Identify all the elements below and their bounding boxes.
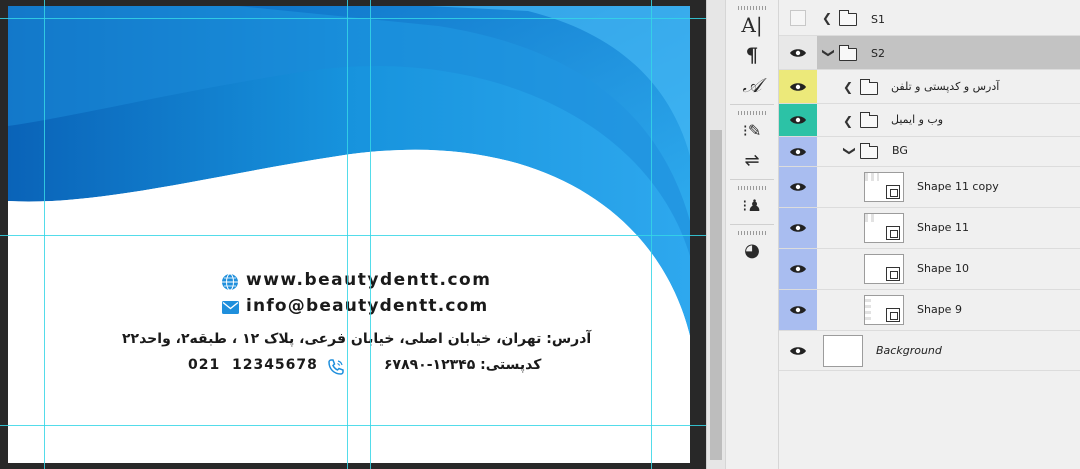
- divider: [730, 224, 774, 225]
- eye-icon: [790, 224, 806, 232]
- layer-name: آدرس و کدپستی و تلفن: [891, 80, 1000, 93]
- folder-open-icon: [838, 45, 857, 61]
- visibility-toggle[interactable]: [779, 137, 817, 166]
- globe-icon: [222, 273, 238, 291]
- adjustments-icon[interactable]: ⇌: [726, 145, 778, 175]
- layer-thumbnail: [864, 213, 904, 243]
- layer-name: S2: [871, 47, 885, 60]
- website-text: www.beautydentt.com: [246, 270, 492, 290]
- visibility-toggle[interactable]: [779, 249, 817, 289]
- layer-name: Shape 9: [917, 303, 962, 316]
- visibility-toggle[interactable]: [779, 70, 817, 103]
- character-panel-icon[interactable]: A|: [726, 10, 778, 40]
- folder-icon: [859, 79, 878, 95]
- phone-text: 021 12345678: [188, 357, 318, 373]
- layer-row-s1[interactable]: ❮ S1: [779, 0, 1080, 36]
- eye-icon: [790, 346, 806, 355]
- eye-icon: [790, 116, 806, 124]
- layer-name: S1: [871, 13, 885, 26]
- shape-layer-icon: [886, 267, 900, 281]
- chevron-right-icon[interactable]: ❮: [843, 80, 853, 94]
- horizontal-guide[interactable]: [0, 18, 706, 19]
- divider: [730, 104, 774, 105]
- shape-layer-icon: [886, 308, 900, 322]
- layers-panel: ❮ S1 ❮ S2 ❮ آدرس و کدپستی و تلفن ❮ وب و …: [779, 0, 1080, 469]
- layer-row-s2[interactable]: ❮ S2: [779, 36, 1080, 70]
- postal-code-text: کدپستی: ۱۲۳۴۵-۶۷۸۹۰: [384, 357, 542, 373]
- layer-name: وب و ایمیل: [891, 113, 944, 126]
- shape-layer-icon: [886, 226, 900, 240]
- visibility-toggle[interactable]: [779, 167, 817, 207]
- mail-icon: [222, 301, 239, 314]
- chevron-right-icon[interactable]: ❮: [843, 114, 853, 128]
- horizontal-guide[interactable]: [0, 425, 706, 426]
- visibility-toggle[interactable]: [779, 0, 817, 35]
- chevron-down-icon[interactable]: ❮: [841, 146, 855, 156]
- layer-row-bg-group[interactable]: ❮ BG: [779, 137, 1080, 167]
- layer-row-shape-11[interactable]: Shape 11: [779, 208, 1080, 249]
- eye-icon: [790, 48, 806, 57]
- layer-name: Shape 10: [917, 262, 969, 275]
- brush-presets-icon[interactable]: ⁝✎: [726, 115, 778, 145]
- email-text: info@beautydentt.com: [246, 296, 489, 316]
- layer-row-background[interactable]: Background: [779, 331, 1080, 371]
- visibility-off-icon: [790, 9, 806, 26]
- layer-name: BG: [892, 144, 908, 157]
- scrollbar-thumb[interactable]: [710, 130, 722, 460]
- visibility-toggle[interactable]: [779, 36, 817, 69]
- visibility-toggle[interactable]: [779, 208, 817, 248]
- layer-row-shape-9[interactable]: Shape 9: [779, 290, 1080, 331]
- layer-name: Shape 11 copy: [917, 180, 999, 193]
- layer-name: Shape 11: [917, 221, 969, 234]
- shape-layer-icon: [886, 185, 900, 199]
- glyphs-panel-icon[interactable]: 𝒜: [726, 70, 778, 100]
- 3d-icon[interactable]: ◕: [726, 235, 778, 265]
- chevron-down-icon[interactable]: ❮: [820, 48, 834, 58]
- layer-row-shape-10[interactable]: Shape 10: [779, 249, 1080, 290]
- folder-icon: [838, 10, 857, 26]
- phone-icon: [328, 359, 344, 375]
- layer-thumbnail: [864, 295, 904, 325]
- clone-source-icon[interactable]: ⁝♟: [726, 190, 778, 220]
- folder-icon: [859, 112, 878, 128]
- address-text: آدرس: تهران، خیابان اصلی، خیابان فرعی، پ…: [122, 331, 592, 347]
- visibility-toggle[interactable]: [779, 104, 817, 136]
- chevron-right-icon[interactable]: ❮: [822, 11, 832, 25]
- panel-tool-strip: A| ¶ 𝒜 ⁝✎ ⇌ ⁝♟ ◕: [725, 0, 779, 469]
- canvas-scrollbar[interactable]: [706, 0, 725, 469]
- horizontal-guide[interactable]: [0, 235, 706, 236]
- layer-thumbnail: [823, 335, 863, 367]
- layer-name: Background: [876, 344, 942, 357]
- eye-icon: [790, 82, 806, 91]
- layer-row-web-group[interactable]: ❮ وب و ایمیل: [779, 104, 1080, 137]
- paragraph-panel-icon[interactable]: ¶: [726, 40, 778, 70]
- visibility-toggle[interactable]: [779, 331, 817, 370]
- eye-icon: [790, 306, 806, 314]
- layer-thumbnail: [864, 254, 904, 284]
- visibility-toggle[interactable]: [779, 290, 817, 330]
- layer-row-shape-11-copy[interactable]: Shape 11 copy: [779, 167, 1080, 208]
- eye-icon: [790, 147, 806, 156]
- eye-icon: [790, 265, 806, 273]
- canvas-area[interactable]: www.beautydentt.com info@beautydentt.com…: [0, 0, 706, 469]
- folder-open-icon: [859, 143, 878, 159]
- divider: [730, 179, 774, 180]
- layer-row-address-group[interactable]: ❮ آدرس و کدپستی و تلفن: [779, 70, 1080, 104]
- eye-icon: [790, 183, 806, 191]
- layer-thumbnail: [864, 172, 904, 202]
